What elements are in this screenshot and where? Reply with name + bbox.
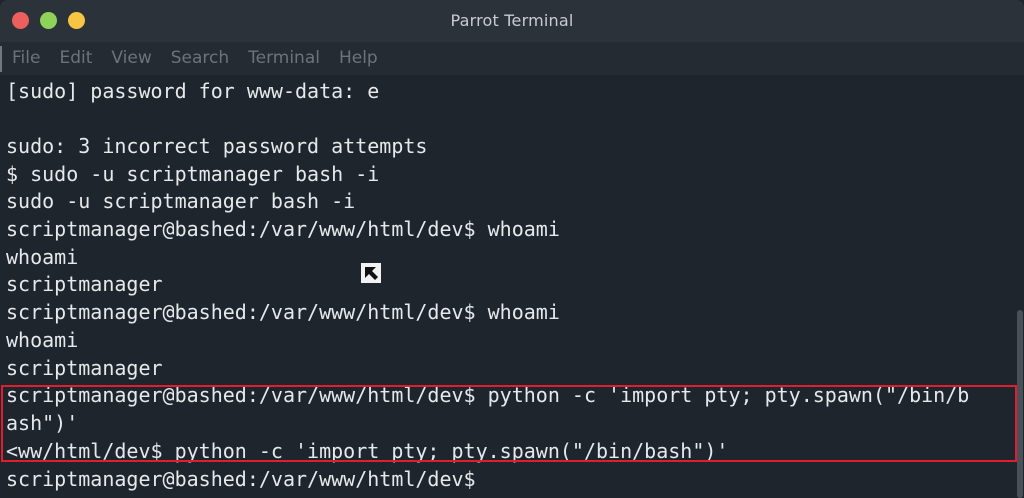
window-title: Parrot Terminal [450, 11, 574, 30]
terminal-line: $ sudo -u scriptmanager bash -i [6, 162, 380, 186]
terminal-line: sudo -u scriptmanager bash -i [6, 189, 356, 213]
terminal-line: scriptmanager [6, 356, 163, 380]
terminal-line: whoami [6, 245, 79, 269]
terminal-line: [sudo] password for www-data: e [6, 79, 380, 103]
terminal-line: scriptmanager@bashed:/var/www/html/dev$ … [6, 217, 560, 241]
menu-bar: File Edit View Search Terminal Help [0, 42, 1024, 75]
menu-file[interactable]: File [12, 48, 40, 68]
terminal-line: scriptmanager [6, 272, 163, 296]
terminal-window: Parrot Terminal File Edit View Search Te… [0, 0, 1024, 498]
scrollbar-thumb[interactable] [1017, 310, 1023, 498]
menubar-edge-divider [0, 46, 2, 72]
menu-search[interactable]: Search [171, 48, 229, 68]
mouse-cursor-icon [361, 263, 381, 283]
menu-terminal[interactable]: Terminal [248, 48, 320, 68]
terminal-line: scriptmanager@bashed:/var/www/html/dev$ [6, 467, 476, 491]
terminal-line: whoami [6, 328, 79, 352]
menu-help[interactable]: Help [339, 48, 378, 68]
terminal-line: sudo: 3 incorrect password attempts [6, 134, 428, 158]
menu-edit[interactable]: Edit [59, 48, 92, 68]
menu-view[interactable]: View [111, 48, 151, 68]
terminal-line: scriptmanager@bashed:/var/www/html/dev$ … [6, 300, 560, 324]
terminal-output[interactable]: [sudo] password for www-data: e sudo: 3 … [0, 75, 1024, 498]
highlight-box [1, 385, 1017, 462]
title-bar[interactable]: Parrot Terminal [0, 0, 1024, 42]
